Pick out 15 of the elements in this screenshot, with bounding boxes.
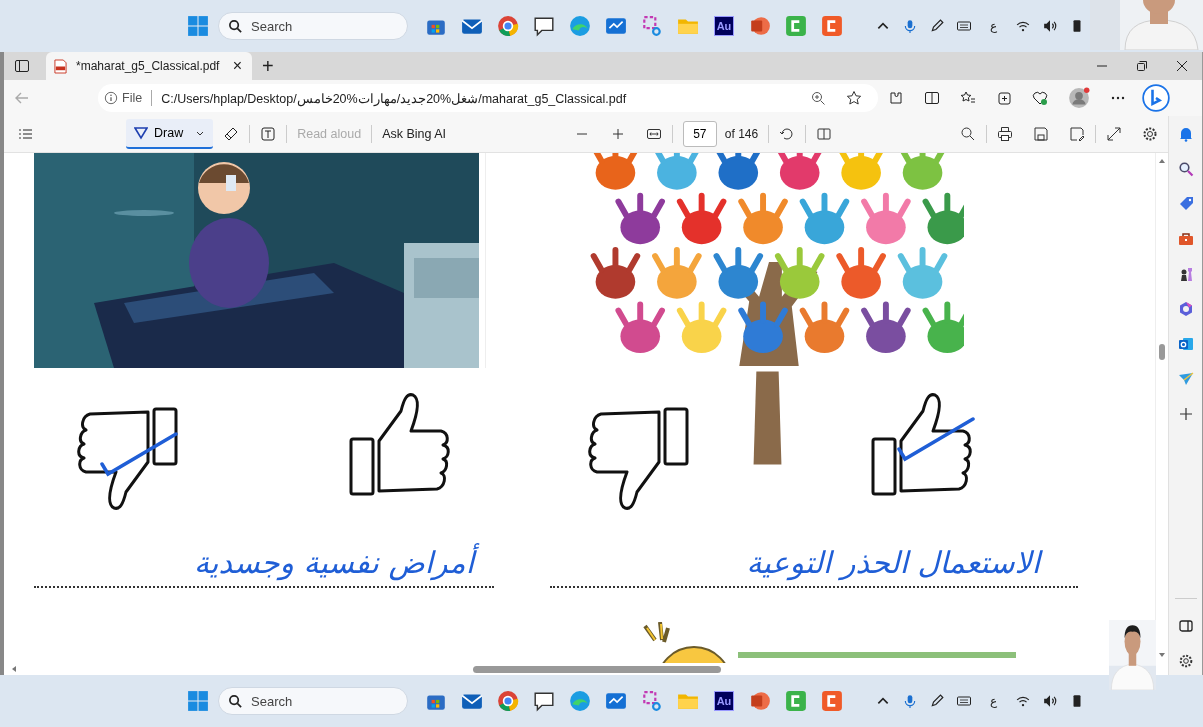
search-field[interactable]: Search (218, 687, 408, 715)
search-field[interactable]: Search (218, 12, 408, 40)
handwritten-answer: أمراض نفسية وجسدية (34, 540, 494, 588)
audition-icon[interactable]: Au (714, 691, 734, 711)
browser-tab[interactable]: *maharat_g5_Classical.pdf × (46, 52, 252, 80)
audition-icon[interactable]: Au (714, 16, 734, 36)
draw-button[interactable]: Draw (126, 119, 214, 149)
page-number-field[interactable]: 57 (682, 121, 717, 147)
close-tab-button[interactable]: × (230, 57, 244, 75)
language-indicator[interactable]: ع (990, 19, 997, 33)
ask-bing-button[interactable]: Ask Bing AI (372, 123, 457, 145)
handwritten-answer: الاستعمال الحذر التوعية (550, 540, 1078, 588)
language-indicator[interactable]: ع (990, 694, 997, 708)
new-tab-button[interactable]: + (262, 56, 274, 76)
page-count: of 146 (724, 127, 759, 141)
